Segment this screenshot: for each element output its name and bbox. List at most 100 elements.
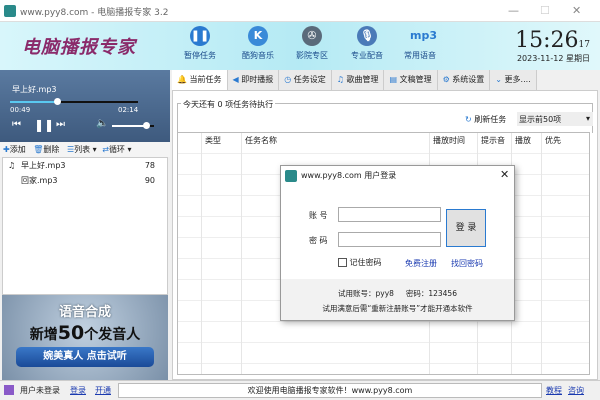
column-header[interactable]: 提示音 [481, 135, 505, 146]
header-button-label: 暂停任务 [184, 51, 216, 60]
ad-title: 语音合成 [58, 305, 111, 320]
refresh-icon: ↻ [465, 115, 472, 124]
clock-time: 15:26 [515, 28, 579, 53]
ad-banner[interactable]: 语音合成 新增50个发音人 婉美真人 点击试听 [2, 295, 168, 380]
header-button-label: 影院专区 [296, 51, 328, 60]
maximize-button[interactable]: ☐ [540, 4, 550, 17]
login-dialog: www.pyy8.com 用户登录 ✕ 账 号 密 码 登 录 记住密码 免费注… [280, 165, 515, 321]
playlist-item[interactable]: 回家.mp3 90 [3, 173, 167, 188]
tab-7[interactable]: ⌄ 更多.... [490, 70, 537, 90]
tab-4[interactable]: ♫ 歌曲管理 [331, 70, 385, 90]
clock-icon: ◷ [284, 75, 292, 84]
gear-icon: ⚙ [442, 75, 450, 84]
speaker-icon: ◀ [232, 75, 239, 84]
user-status: 用户未登录 [20, 386, 60, 395]
document-icon: ▤ [389, 75, 398, 84]
account-label: 账 号 [309, 211, 328, 220]
progress-slider[interactable] [10, 98, 138, 105]
register-link[interactable]: 免费注册 [405, 258, 437, 269]
column-header[interactable]: 任务名称 [245, 135, 277, 146]
trash-icon: 🗑 [33, 145, 44, 154]
tab-1[interactable]: 🔔 当前任务 [172, 70, 228, 90]
account-input[interactable] [338, 207, 441, 222]
dialog-title: www.pyy8.com 用户登录 [301, 171, 397, 180]
previous-icon[interactable]: ⏮ [12, 119, 21, 130]
trial-account: 试用账号：pyy8 密码：123456 [338, 289, 457, 298]
password-input[interactable] [338, 232, 441, 247]
film-reel-icon: ✇ [302, 26, 322, 46]
login-button[interactable]: 登 录 [446, 209, 486, 247]
window-title: www.pyy8.com - 电脑播报专家 3.2 [20, 8, 169, 18]
item-value: 90 [144, 176, 155, 185]
status-message: 欢迎使用电脑播报专家软件！www.pyy8.com [118, 383, 542, 398]
minimize-button[interactable]: — [508, 4, 519, 17]
open-link[interactable]: 开通 [95, 385, 111, 396]
loop-icon: ⇄ [102, 145, 109, 154]
tab-5[interactable]: ▤ 文稿管理 [384, 70, 438, 90]
ad-text-a: 新增 [29, 327, 58, 343]
refresh-button[interactable]: ↻ 刷新任务 [465, 114, 506, 125]
clock-date: 2023-11-12 星期日 [516, 54, 590, 63]
trial-note: 试用满意后需“重新注册账号”才能开通本软件 [322, 304, 473, 313]
track-name: 早上好.mp3 [12, 85, 57, 94]
show-count-select[interactable]: 显示前50项 ▾ [517, 112, 593, 126]
clock: 15:2617 2023-11-12 星期日 [498, 28, 590, 64]
bell-icon: 🔔 [177, 75, 187, 84]
chevron-down-icon: ⌄ [495, 75, 502, 84]
column-header[interactable]: 优先 [545, 135, 561, 146]
header-button-label: 酷狗音乐 [242, 51, 274, 60]
consult-link[interactable]: 咨询 [568, 385, 584, 396]
pause-icon[interactable]: ❚❚ [34, 118, 54, 132]
group-title: 今天还有 0 项任务待执行 [181, 99, 276, 110]
tab-3[interactable]: ◷ 任务设定 [279, 70, 332, 90]
status-bar: 用户未登录 登录 开通 欢迎使用电脑播报专家软件！www.pyy8.com 教程… [0, 380, 600, 400]
column-header[interactable]: 播放时间 [433, 135, 465, 146]
delete-button[interactable]: 🗑删除 [33, 145, 59, 154]
header-button-label: 常用语音 [404, 51, 436, 60]
user-icon [4, 385, 14, 395]
add-button[interactable]: ✚添加 [3, 145, 26, 154]
tab-6[interactable]: ⚙ 系统设置 [437, 70, 491, 90]
close-button[interactable]: ✕ [572, 4, 581, 17]
ad-text-b: 50 [57, 322, 85, 344]
tab-2[interactable]: ◀ 即时播报 [227, 70, 280, 90]
volume-icon: 🔈 [96, 118, 109, 129]
header-button-4[interactable]: 🎙 专业配音 [339, 26, 395, 61]
header: 电脑播报专家 15:2617 2023-11-12 星期日 ❚❚ 暂停任务 K 酷狗音… [0, 22, 600, 70]
clock-seconds: 17 [578, 40, 590, 50]
music-icon: ♫ [336, 75, 344, 84]
next-icon[interactable]: ⏭ [56, 119, 65, 130]
recover-password-link[interactable]: 找回密码 [451, 258, 483, 269]
elapsed-time: 00:49 [10, 106, 31, 114]
item-name: 回家.mp3 [21, 176, 58, 185]
header-button-2[interactable]: K 酷狗音乐 [230, 26, 286, 61]
music-note-icon: ♫ [8, 161, 16, 170]
app-icon [285, 170, 297, 182]
mp3-icon: mp3 [410, 29, 437, 42]
microphone-icon: 🎙 [357, 26, 377, 46]
login-link[interactable]: 登录 [70, 385, 86, 396]
total-time: 02:14 [118, 106, 139, 114]
header-button-1[interactable]: ❚❚ 暂停任务 [172, 26, 228, 61]
column-header[interactable]: 播放 [515, 135, 531, 146]
kugou-icon: K [248, 26, 268, 46]
playlist-toolbar: ✚添加 🗑删除 ☰列表 ▾ ⇄循环 ▾ [0, 142, 170, 157]
playlist-item[interactable]: ♫ 早上好.mp3 78 [3, 158, 167, 173]
pause-icon: ❚❚ [190, 26, 210, 46]
volume-slider[interactable] [112, 122, 154, 129]
plus-icon: ✚ [3, 145, 10, 154]
logo: 电脑播报专家 [22, 37, 136, 58]
column-header[interactable]: 类型 [205, 135, 221, 146]
ad-listen-button[interactable]: 婉美真人 点击试听 [16, 347, 154, 367]
player: 早上好.mp3 00:49 02:14 ⏮ ❚❚ ⏭ 🔈 [0, 70, 170, 142]
loop-button[interactable]: ⇄循环 ▾ [102, 145, 131, 154]
header-button-3[interactable]: ✇ 影院专区 [284, 26, 340, 61]
remember-checkbox[interactable]: 记住密码 [338, 257, 382, 268]
tab-bar: 🔔 当前任务 ◀ 即时播报 ◷ 任务设定 ♫ 歌曲管理 ▤ 文稿管理 ⚙ 系统设置 ⌄ 更多… [172, 70, 598, 90]
header-button-5[interactable]: mp3 常用语音 [392, 26, 448, 61]
dialog-close-button[interactable]: ✕ [500, 168, 509, 181]
playlist: ♫ 早上好.mp3 78 回家.mp3 90 [2, 157, 168, 295]
tutorial-link[interactable]: 教程 [546, 385, 562, 396]
ad-text-c: 个发音人 [84, 327, 141, 343]
list-button[interactable]: ☰列表 ▾ [67, 145, 97, 154]
